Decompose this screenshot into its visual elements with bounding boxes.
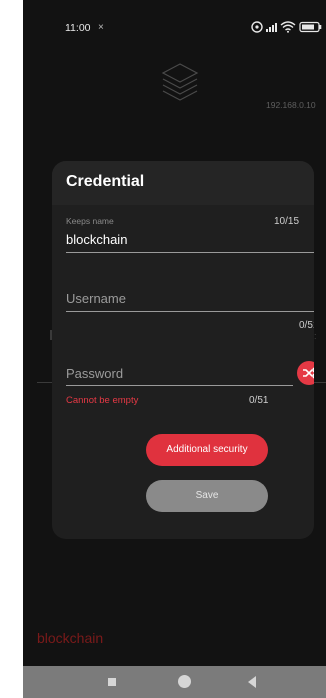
dialog-title: Credential — [66, 173, 145, 190]
battery-icon — [299, 21, 322, 33]
home-icon[interactable] — [178, 675, 191, 688]
phone-screen: 11:00 × 192.168.0.10: blockchain Creden… — [23, 0, 326, 698]
signal-icon — [266, 23, 277, 32]
password-underline — [66, 385, 293, 386]
wifi-icon — [280, 21, 296, 33]
additional-security-button[interactable]: Additional security — [146, 434, 268, 466]
password-input[interactable]: Password — [66, 366, 123, 381]
status-time: 11:00 — [65, 22, 91, 34]
background-app-title: blockchain — [37, 630, 104, 646]
credential-dialog: Credential Keeps name 10/15 blockchain U… — [52, 161, 314, 539]
password-error: Cannot be empty — [66, 395, 139, 406]
keeps-name-input[interactable]: blockchain — [66, 232, 127, 247]
navigation-bar — [23, 666, 326, 698]
background-divider-left — [37, 382, 53, 383]
shuffle-icon — [303, 367, 314, 379]
status-bar: 11:00 × — [23, 0, 326, 56]
keeps-name-counter: 10/15 — [274, 216, 300, 227]
dialog-header: Credential — [52, 161, 314, 205]
status-icons — [251, 21, 322, 33]
save-button[interactable]: Save — [146, 480, 268, 512]
background-marker-right: : — [314, 331, 317, 341]
username-counter: 0/51 — [299, 320, 314, 331]
server-ip-address: 192.168.0.10 — [266, 100, 316, 110]
recent-apps-icon[interactable] — [108, 678, 116, 686]
alarm-icon — [251, 21, 263, 33]
status-x-mark: × — [98, 22, 104, 33]
generate-password-button[interactable] — [297, 361, 314, 385]
back-icon[interactable] — [248, 676, 256, 688]
password-counter: 0/51 — [249, 395, 269, 406]
username-underline — [66, 311, 314, 312]
keeps-name-underline — [66, 252, 314, 253]
app-logo-icon — [161, 63, 199, 101]
keeps-name-label: Keeps name — [66, 216, 114, 226]
username-input[interactable]: Username — [66, 291, 126, 306]
